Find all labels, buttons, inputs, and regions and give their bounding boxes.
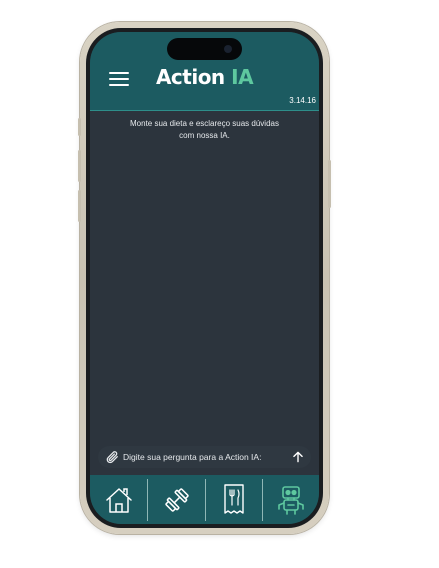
- bottom-navigation: [90, 475, 319, 524]
- phone-side-button: [78, 190, 81, 222]
- header-divider: [90, 110, 319, 111]
- phone-power-button: [328, 160, 331, 208]
- phone-side-button: [78, 150, 81, 182]
- chat-question-input[interactable]: [123, 446, 283, 468]
- chat-input-bar: [98, 446, 311, 468]
- logo-text-ia: IA: [231, 65, 254, 89]
- nav-home[interactable]: [90, 475, 147, 524]
- intro-line: Monte sua dieta e esclareço suas dúvidas: [130, 119, 279, 128]
- chat-intro-message: Monte sua dieta e esclareço suas dúvidas…: [110, 118, 299, 142]
- send-arrow-icon[interactable]: [291, 450, 305, 464]
- logo-text-action: Acti: [155, 65, 198, 89]
- logo-text-action-end: on: [197, 65, 225, 89]
- receipt-cutlery-icon: [223, 483, 244, 514]
- paperclip-icon[interactable]: [105, 450, 119, 464]
- nav-workout[interactable]: [148, 475, 205, 524]
- app-version: 3.14.16: [289, 96, 316, 105]
- app-screen: Action IA 3.14.16 Monte sua dieta e escl…: [90, 32, 319, 524]
- nav-diet[interactable]: [205, 475, 262, 524]
- nav-ai[interactable]: [262, 475, 319, 524]
- phone-side-button: [78, 118, 81, 136]
- home-icon: [105, 487, 132, 513]
- app-logo: Action IA: [90, 65, 319, 89]
- robot-icon: [277, 485, 304, 515]
- camera-icon: [224, 45, 232, 53]
- dynamic-island: [167, 38, 242, 60]
- intro-line: com nossa IA.: [179, 131, 230, 140]
- dumbbell-icon: [164, 487, 189, 512]
